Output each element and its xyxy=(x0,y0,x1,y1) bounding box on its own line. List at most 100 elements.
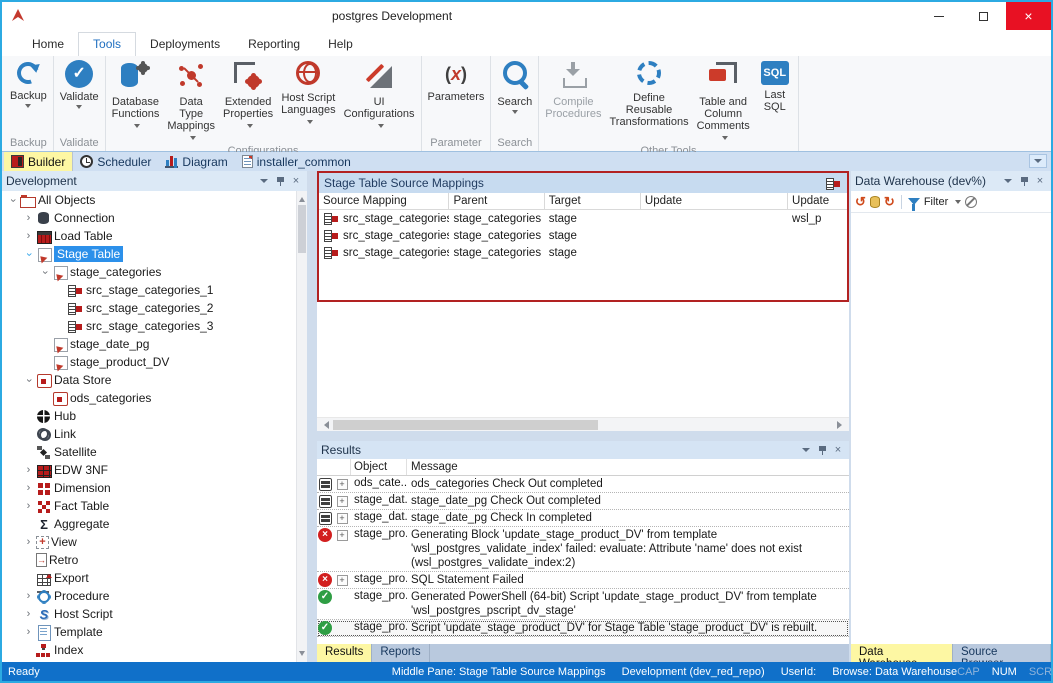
results-row[interactable]: ✓stage_pro...Script 'update_stage_produc… xyxy=(317,620,849,637)
results-object-cell: ods_cate... xyxy=(351,476,407,490)
tab-data-warehouse[interactable]: Data Warehouse xyxy=(851,644,953,662)
tree-item-fact-table[interactable]: ›Fact Table xyxy=(2,497,296,515)
column-header-update-4[interactable]: Update xyxy=(788,193,847,209)
tree-scrollbar[interactable] xyxy=(296,191,307,662)
close-button[interactable]: × xyxy=(1006,2,1051,30)
search-button[interactable]: Search xyxy=(493,57,536,114)
results-object-cell: stage_pro... xyxy=(351,527,407,541)
tree-item-host-script[interactable]: ›SHost Script xyxy=(2,605,296,623)
tree-item-view[interactable]: ›+View xyxy=(2,533,296,551)
results-row[interactable]: ×+stage_pro...Generating Block 'update_s… xyxy=(317,527,849,572)
panel-pin-button[interactable] xyxy=(815,443,829,457)
script-icon xyxy=(242,155,253,168)
menu-tab-tools[interactable]: Tools xyxy=(78,32,136,56)
tree-item-src-stage-categories-1[interactable]: src_stage_categories_1 xyxy=(2,281,296,299)
tree-item-index[interactable]: Index xyxy=(2,641,296,659)
filter-caret-icon[interactable] xyxy=(955,200,961,204)
tab-results[interactable]: Results xyxy=(317,644,372,662)
database-gear-icon xyxy=(119,59,151,91)
pane-splitter[interactable] xyxy=(317,431,849,441)
extended-properties-button[interactable]: Extended Properties xyxy=(219,57,277,132)
tree-item-retro[interactable]: →Retro xyxy=(2,551,296,569)
tree-item-template[interactable]: ›Template xyxy=(2,623,296,641)
tree-item-stage-categories[interactable]: ›stage_categories xyxy=(2,263,296,281)
panel-pin-button[interactable] xyxy=(1017,174,1031,188)
tree-item-stage-date-pg[interactable]: stage_date_pg xyxy=(2,335,296,353)
tree-item-aggregate[interactable]: ΣAggregate xyxy=(2,515,296,533)
tree-item-procedure[interactable]: ›Procedure xyxy=(2,587,296,605)
menu-tab-home[interactable]: Home xyxy=(18,33,78,56)
tree-item-hub[interactable]: Hub xyxy=(2,407,296,425)
database-functions-button[interactable]: Database Functions xyxy=(108,57,164,132)
doc-tab-scheduler[interactable]: Scheduler xyxy=(73,152,158,171)
tree-item-satellite[interactable]: Satellite xyxy=(2,443,296,461)
maximize-button[interactable] xyxy=(961,2,1006,30)
menu-tab-deployments[interactable]: Deployments xyxy=(136,33,234,56)
tree-item-dimension[interactable]: ›Dimension xyxy=(2,479,296,497)
tree-item-src-stage-categories-3[interactable]: src_stage_categories_3 xyxy=(2,317,296,335)
ui-configurations-button[interactable]: UI Configurations xyxy=(340,57,419,132)
tree-item-all-objects[interactable]: ›All Objects xyxy=(2,191,296,209)
results-row[interactable]: +ods_cate...ods_categories Check Out com… xyxy=(317,476,849,493)
tab-overflow-button[interactable] xyxy=(1029,154,1047,168)
tree-item-label: All Objects xyxy=(38,193,95,207)
tree-item-ods-categories[interactable]: ods_categories xyxy=(2,389,296,407)
tree-item-stage-table[interactable]: ›Stage Table xyxy=(2,245,296,263)
panel-close-button[interactable]: × xyxy=(831,443,845,457)
parameters-button[interactable]: xParameters xyxy=(424,57,489,103)
ribbon-group-backup: BackupBackup xyxy=(4,56,54,151)
refresh-back-icon[interactable]: ↺ xyxy=(855,195,866,209)
validate-button[interactable]: ✓Validate xyxy=(56,57,103,109)
filter-label[interactable]: Filter xyxy=(924,196,948,208)
column-header-update-3[interactable]: Update xyxy=(641,193,788,209)
tab-reports[interactable]: Reports xyxy=(372,644,429,662)
column-header-parent-1[interactable]: Parent xyxy=(449,193,544,209)
results-row[interactable]: +stage_dat...stage_date_pg Check In comp… xyxy=(317,510,849,527)
refresh-forward-icon[interactable]: ↻ xyxy=(884,195,895,209)
tree-item-data-store[interactable]: ›Data Store xyxy=(2,371,296,389)
panel-menu-button[interactable] xyxy=(799,443,813,457)
panel-close-button[interactable]: × xyxy=(289,174,303,188)
scrollbar-thumb[interactable] xyxy=(298,205,306,253)
host-script-languages-button[interactable]: Host Script Languages xyxy=(277,57,339,128)
tree-item-load-table[interactable]: ›Load Table xyxy=(2,227,296,245)
tree-item-stage-product-dv[interactable]: stage_product_DV xyxy=(2,353,296,371)
panel-close-button[interactable]: × xyxy=(1033,174,1047,188)
panel-pin-button[interactable] xyxy=(273,174,287,188)
tree-item-src-stage-categories-2[interactable]: src_stage_categories_2 xyxy=(2,299,296,317)
table-row[interactable]: src_stage_categories_1stage_categoriesst… xyxy=(319,210,847,227)
data-type-mappings-button[interactable]: Data Type Mappings xyxy=(163,57,219,144)
column-header-target-2[interactable]: Target xyxy=(545,193,641,209)
define-reusable-transformations-button[interactable]: Define Reusable Transformations xyxy=(606,57,693,128)
table-row[interactable]: src_stage_categories_2stage_categoriesst… xyxy=(319,227,847,244)
results-row[interactable]: ×+stage_pro...SQL Statement Failed xyxy=(317,572,849,589)
minimize-button[interactable] xyxy=(916,2,961,30)
tree-item-export[interactable]: Export xyxy=(2,569,296,587)
no-projection-icon[interactable] xyxy=(965,196,977,208)
last-sql-button[interactable]: SQLLast SQL xyxy=(754,57,796,113)
menu-tab-reporting[interactable]: Reporting xyxy=(234,33,314,56)
scroll-right-icon xyxy=(837,421,846,429)
tree-item-edw-3nf[interactable]: ›EDW 3NF xyxy=(2,461,296,479)
results-row[interactable]: ✓stage_pro...Generated PowerShell (64-bi… xyxy=(317,589,849,620)
doc-tab-diagram[interactable]: Diagram xyxy=(158,152,234,171)
doc-tab-builder[interactable]: Builder xyxy=(4,152,73,171)
horizontal-scrollbar[interactable] xyxy=(317,417,849,431)
table-and-column-comments-button[interactable]: Table and Column Comments xyxy=(693,57,754,144)
column-header-source-mapping-0[interactable]: Source Mapping xyxy=(319,193,449,209)
panel-menu-button[interactable] xyxy=(257,174,271,188)
tree-item-link[interactable]: Link xyxy=(2,425,296,443)
table-row[interactable]: src_stage_categories_3stage_categoriesst… xyxy=(319,244,847,261)
results-row[interactable]: +stage_dat...stage_date_pg Check Out com… xyxy=(317,493,849,510)
database-icon[interactable] xyxy=(870,196,880,208)
backup-button[interactable]: Backup xyxy=(6,57,51,108)
menu-tab-help[interactable]: Help xyxy=(314,33,367,56)
scrollbar-thumb[interactable] xyxy=(333,420,598,430)
tab-source-browser[interactable]: Source Browser xyxy=(953,644,1051,662)
results-column-headers: Object Message xyxy=(317,459,849,476)
doc-tab-installer-common[interactable]: installer_common xyxy=(235,152,358,171)
filter-icon[interactable] xyxy=(908,198,920,205)
comments-icon xyxy=(707,59,739,91)
tree-item-connection[interactable]: ›Connection xyxy=(2,209,296,227)
panel-menu-button[interactable] xyxy=(1001,174,1015,188)
